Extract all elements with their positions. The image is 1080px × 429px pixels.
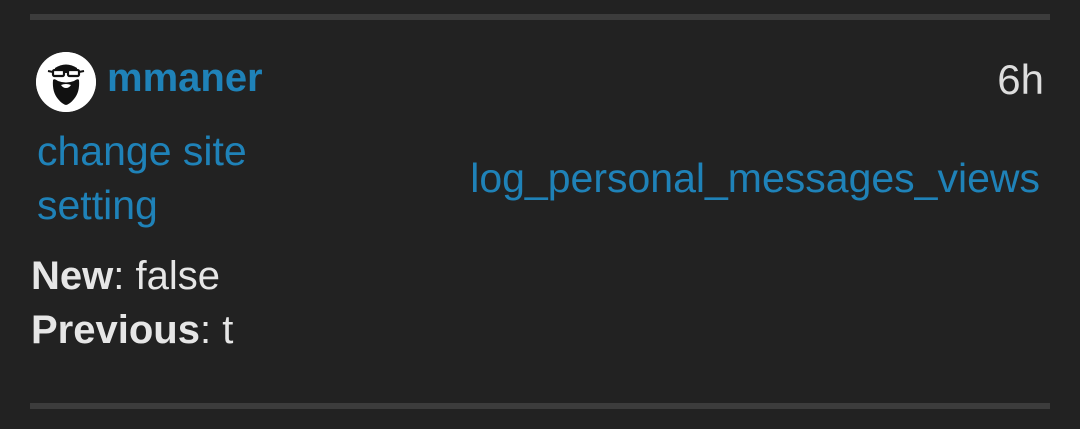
action-name-link[interactable]: change site setting [37, 124, 307, 232]
top-divider [30, 14, 1050, 20]
previous-separator: : [199, 308, 223, 352]
previous-label: Previous [31, 308, 200, 352]
entry-age: 6h [997, 56, 1044, 103]
new-separator: : [113, 254, 136, 298]
change-details: New: false Previous: t [31, 249, 233, 357]
previous-value-row: Previous: t [31, 303, 233, 357]
user-avatar-icon [36, 52, 96, 112]
new-label: New [31, 254, 114, 298]
username-link[interactable]: mmaner [107, 54, 263, 102]
avatar[interactable] [36, 52, 96, 112]
new-value-row: New: false [31, 249, 233, 303]
bottom-divider [30, 403, 1050, 409]
setting-subject-link[interactable]: log_personal_messages_views [470, 151, 1040, 205]
staff-action-log-entry: mmaner 6h change site setting log_person… [0, 0, 1080, 429]
previous-value: t [222, 308, 234, 352]
new-value: false [135, 254, 220, 298]
